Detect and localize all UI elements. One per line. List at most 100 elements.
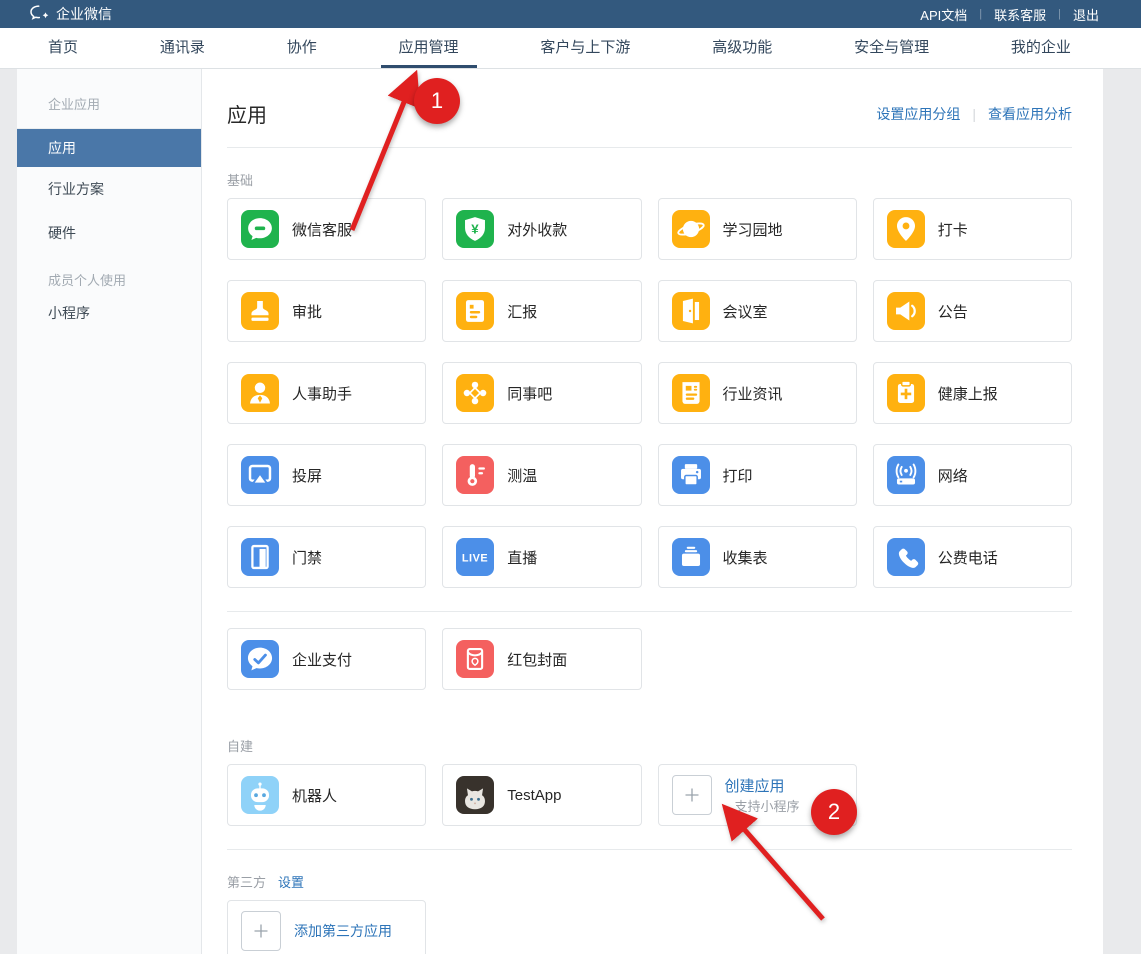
extra-apps-grid: 企业支付 红包封面: [227, 628, 1072, 690]
plus-icon: [672, 775, 712, 815]
payment-shield-icon: ¥: [456, 210, 494, 248]
create-app-button[interactable]: 创建应用 · 支持小程序: [658, 764, 857, 826]
app-card[interactable]: ¥ 对外收款: [442, 198, 641, 260]
header-actions: 设置应用分组 | 查看应用分析: [876, 104, 1072, 124]
app-label: 红包封面: [507, 649, 567, 670]
app-label: 网络: [938, 465, 968, 486]
api-docs-link[interactable]: API文档: [920, 5, 967, 24]
nav-my-company[interactable]: 我的企业: [1011, 28, 1071, 68]
page-body: 企业应用 应用 行业方案 硬件 成员个人使用 小程序 应用 设置应用分组 | 查…: [17, 69, 1103, 954]
custom-apps-grid: 机器人 TestApp 创建应用 · 支持小程序: [227, 764, 1072, 826]
app-label: 投屏: [292, 465, 322, 486]
create-app-suffix: · 支持小程序: [727, 799, 800, 814]
app-card[interactable]: 打卡: [873, 198, 1072, 260]
nav-customers[interactable]: 客户与上下游: [540, 28, 630, 68]
meeting-room-door-icon: [672, 292, 710, 330]
door-icon: [241, 538, 279, 576]
nav-home[interactable]: 首页: [48, 28, 78, 68]
sidebar-item-industry-solutions[interactable]: 行业方案: [17, 167, 201, 211]
person-icon: [241, 374, 279, 412]
app-card[interactable]: 微信客服: [227, 198, 426, 260]
app-label: 审批: [292, 301, 322, 322]
app-card[interactable]: 汇报: [442, 280, 641, 342]
nav-contacts[interactable]: 通讯录: [160, 28, 205, 68]
app-card[interactable]: 人事助手: [227, 362, 426, 424]
app-card[interactable]: 企业支付: [227, 628, 426, 690]
printer-icon: [672, 456, 710, 494]
page-title: 应用: [227, 99, 267, 128]
set-app-groups-link[interactable]: 设置应用分组: [876, 104, 960, 124]
app-card[interactable]: 公费电话: [873, 526, 1072, 588]
sidebar-item-hardware[interactable]: 硬件: [17, 211, 201, 255]
app-card[interactable]: 收集表: [658, 526, 857, 588]
nav-collaboration[interactable]: 协作: [287, 28, 317, 68]
stamp-icon: [241, 292, 279, 330]
sidebar-gap: [17, 255, 201, 271]
app-card[interactable]: TestApp: [442, 764, 641, 826]
view-app-analytics-link[interactable]: 查看应用分析: [988, 104, 1072, 124]
report-doc-icon: [456, 292, 494, 330]
app-label: 企业支付: [292, 649, 352, 670]
thirdparty-grid: 添加第三方应用: [227, 900, 1072, 954]
nav-advanced[interactable]: 高级功能: [712, 28, 772, 68]
app-label: 收集表: [723, 547, 768, 568]
app-label: 机器人: [292, 785, 337, 806]
brand-name: 企业微信: [56, 4, 112, 24]
phone-icon: [887, 538, 925, 576]
app-card[interactable]: 打印: [658, 444, 857, 506]
app-label: 汇报: [507, 301, 537, 322]
svg-text:LIVE: LIVE: [462, 552, 488, 564]
robot-icon: [241, 776, 279, 814]
app-card[interactable]: 公告: [873, 280, 1072, 342]
plus-icon: [241, 911, 281, 951]
sidebar-item-apps[interactable]: 应用: [17, 129, 201, 167]
app-card[interactable]: LIVE 直播: [442, 526, 641, 588]
app-label: 对外收款: [507, 219, 567, 240]
separator: |: [967, 8, 994, 20]
primary-nav: 首页 通讯录 协作 应用管理 客户与上下游 高级功能 安全与管理 我的企业: [0, 28, 1141, 69]
app-card[interactable]: 网络: [873, 444, 1072, 506]
main-content: 应用 设置应用分组 | 查看应用分析 基础 微信客服 ¥ 对外收款 学习园地打卡审批 汇…: [202, 69, 1103, 954]
separator: |: [960, 106, 988, 122]
create-app-text: 创建应用 · 支持小程序: [725, 775, 856, 816]
add-thirdparty-app-label: 添加第三方应用: [294, 921, 392, 941]
four-dots-icon: [456, 374, 494, 412]
app-card[interactable]: 投屏: [227, 444, 426, 506]
nav-security[interactable]: 安全与管理: [854, 28, 929, 68]
app-card[interactable]: 行业资讯: [658, 362, 857, 424]
sidebar-header-personal-use: 成员个人使用: [17, 271, 201, 291]
topbar: 企业微信 API文档 | 联系客服 | 退出: [0, 0, 1141, 28]
collect-box-icon: [672, 538, 710, 576]
section-label-custom: 自建: [227, 736, 1072, 755]
app-card[interactable]: 机器人: [227, 764, 426, 826]
section-label-basic: 基础: [227, 170, 1072, 189]
router-icon: [887, 456, 925, 494]
section-divider: [227, 849, 1072, 850]
thirdparty-settings-link[interactable]: 设置: [278, 872, 304, 891]
app-label: 直播: [507, 547, 537, 568]
thirdparty-row: 第三方 设置: [227, 872, 1072, 891]
app-card[interactable]: 学习园地: [658, 198, 857, 260]
app-card[interactable]: 测温: [442, 444, 641, 506]
app-label: 门禁: [292, 547, 322, 568]
contact-support-link[interactable]: 联系客服: [994, 5, 1046, 24]
app-label: 人事助手: [292, 383, 352, 404]
red-packet-icon: [456, 640, 494, 678]
app-card[interactable]: 健康上报: [873, 362, 1072, 424]
app-card[interactable]: 门禁: [227, 526, 426, 588]
add-thirdparty-app-button[interactable]: 添加第三方应用: [227, 900, 426, 954]
app-card[interactable]: 红包封面: [442, 628, 641, 690]
app-card[interactable]: 同事吧: [442, 362, 641, 424]
logout-link[interactable]: 退出: [1073, 5, 1099, 24]
basic-apps-grid: 微信客服 ¥ 对外收款 学习园地打卡审批 汇报 会议室 公告人事助手 同事吧 行业资讯健康上报投…: [227, 198, 1072, 588]
wecom-admin-screen: 企业微信 API文档 | 联系客服 | 退出 首页 通讯录 协作 应用管理 客户…: [0, 0, 1141, 954]
nav-app-management[interactable]: 应用管理: [399, 28, 459, 68]
app-label: TestApp: [507, 787, 561, 804]
app-card[interactable]: 会议室: [658, 280, 857, 342]
app-label: 同事吧: [507, 383, 552, 404]
app-card[interactable]: 审批: [227, 280, 426, 342]
sidebar-item-mini-programs[interactable]: 小程序: [17, 291, 201, 335]
pay-bubble-check-icon: [241, 640, 279, 678]
app-label: 公告: [938, 301, 968, 322]
wecom-brand[interactable]: 企业微信: [30, 4, 112, 24]
